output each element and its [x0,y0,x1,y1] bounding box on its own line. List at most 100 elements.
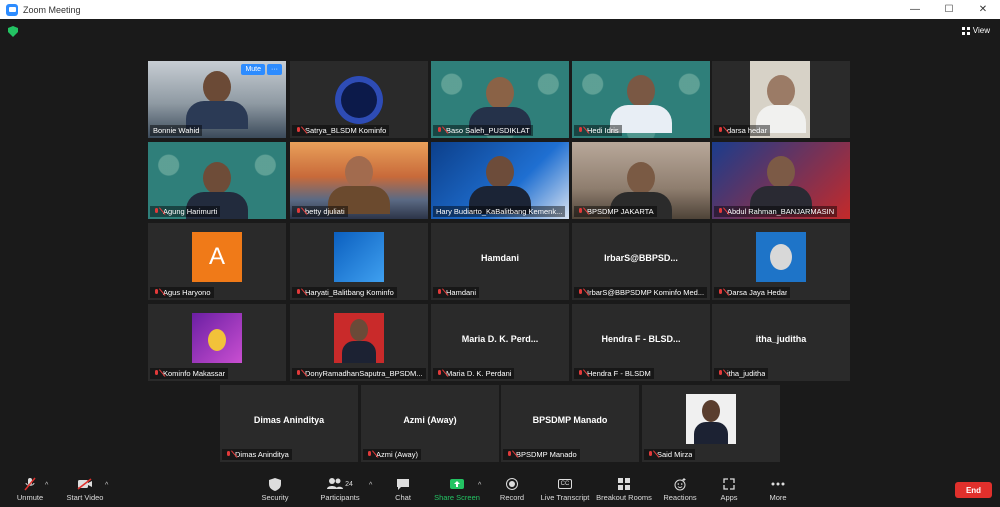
video-tile[interactable]: Haryati_Balitbang Kominfo [290,223,428,300]
video-off-icon [77,477,93,491]
start-video-button[interactable]: Start Video [55,477,115,502]
more-dots-icon [771,477,785,491]
muted-mic-icon [577,207,584,216]
video-tile[interactable]: Said Mirza [642,385,780,462]
participants-count: 24 [345,480,353,488]
participant-label: DonyRamadhanSaputra_BPSDM... [292,368,426,379]
security-button[interactable]: Security [245,477,305,502]
muted-mic-icon [225,450,232,459]
mute-participant-button[interactable]: Mute [241,64,265,75]
view-label: View [972,26,990,35]
avatar [192,313,242,363]
video-tile[interactable]: Hedi Idris [572,61,710,138]
muted-mic-icon [717,369,724,378]
audio-options-chevron-icon[interactable]: ^ [45,482,48,489]
participant-label: darsa hedar [714,125,771,136]
breakout-rooms-button[interactable]: Breakout Rooms [594,477,654,502]
participant-label: Hary Budiarto_KaBalitbang Kemenk... [433,206,566,217]
participants-icon [327,477,344,492]
muted-mic-icon [506,450,513,459]
video-tile[interactable]: Baso Saleh_PUSDIKLAT [431,61,569,138]
avatar: A [192,232,242,282]
muted-mic-icon [295,288,302,297]
avatar [686,394,736,444]
participant-label: Dimas Aninditya [222,449,292,460]
zoom-app-icon [6,3,18,16]
window-titlebar: Zoom Meeting — ☐ ✕ [0,0,1000,19]
share-screen-chevron-icon[interactable]: ^ [478,482,481,489]
muted-mic-icon [577,126,584,135]
participant-display-name: Azmi (Away) [403,415,457,425]
muted-mic-icon [577,369,584,378]
muted-mic-icon [717,207,724,216]
reactions-icon [674,477,687,491]
video-tile[interactable]: Hary Budiarto_KaBalitbang Kemenk... [431,142,569,219]
share-screen-button[interactable]: Share Screen [427,477,487,502]
close-button[interactable]: ✕ [966,0,1000,19]
participant-label: Agus Haryono [150,287,214,298]
video-tile[interactable]: Satrya_BLSDM Kominfo [290,61,428,138]
more-button[interactable]: More [748,477,808,502]
participant-label: Satrya_BLSDM Kominfo [292,125,390,136]
participant-video [186,71,248,129]
share-screen-icon [449,477,465,491]
chat-button[interactable]: Chat [373,477,433,502]
record-button[interactable]: Record [482,477,542,502]
video-tile[interactable]: Hendra F - BLSD... Hendra F - BLSDM [572,304,710,381]
participant-label: Darsa Jaya Hedar [714,287,791,298]
muted-mic-icon [153,288,160,297]
breakout-rooms-icon [618,477,630,491]
participant-label: Abdul Rahman_BANJARMASIN [714,206,838,217]
participant-display-name: Dimas Aninditya [253,415,325,425]
participant-label: Said Mirza [644,449,696,460]
video-tile[interactable]: BPSDMP JAKARTA [572,142,710,219]
video-tile[interactable]: A Agus Haryono [148,223,286,300]
muted-mic-icon [436,369,443,378]
view-button[interactable]: View [961,26,990,35]
grid-icon [961,26,970,35]
video-tile[interactable]: itha_juditha itha_juditha [712,304,850,381]
participant-label: IrbarS@BBPSDMP Kominfo Med... [574,287,708,298]
avatar [334,313,384,363]
video-tile[interactable]: BPSDMP Manado BPSDMP Manado [501,385,639,462]
participant-display-name: Maria D. K. Perd... [461,334,539,344]
participant-label: betty djuliati [292,206,348,217]
muted-mic-icon [717,126,724,135]
muted-mic-icon [295,207,302,216]
participant-label: Maria D. K. Perdani [433,368,515,379]
muted-mic-icon [153,369,160,378]
video-tile[interactable]: Maria D. K. Perd... Maria D. K. Perdani [431,304,569,381]
maximize-button[interactable]: ☐ [932,0,966,19]
minimize-button[interactable]: — [898,0,932,19]
video-options-chevron-icon[interactable]: ^ [105,482,108,489]
muted-mic-icon [717,288,724,297]
video-tile[interactable]: Hamdani Hamdani [431,223,569,300]
kominfo-logo [335,76,383,124]
muted-mic-icon [295,369,302,378]
participant-display-name: itha_juditha [755,334,807,344]
video-tile[interactable]: Darsa Jaya Hedar [712,223,850,300]
participant-label: BPSDMP JAKARTA [574,206,657,217]
video-tile[interactable]: IrbarS@BBPSD... IrbarS@BBPSDMP Kominfo M… [572,223,710,300]
participants-chevron-icon[interactable]: ^ [369,482,372,489]
muted-mic-icon [577,288,584,297]
video-tile[interactable]: Kominfo Makassar [148,304,286,381]
video-tile[interactable]: Abdul Rahman_BANJARMASIN [712,142,850,219]
video-tile[interactable]: DonyRamadhanSaputra_BPSDM... [290,304,428,381]
live-transcript-button[interactable]: CC Live Transcript [535,477,595,502]
video-tile[interactable]: Mute ··· Bonnie Wahid [148,61,286,138]
more-options-button[interactable]: ··· [267,64,282,75]
participant-label: Hedi Idris [574,125,622,136]
video-tile[interactable]: Azmi (Away) Azmi (Away) [361,385,499,462]
unmute-button[interactable]: Unmute [0,477,60,502]
closed-caption-icon: CC [557,477,573,491]
shield-icon[interactable] [8,26,18,37]
video-tile[interactable]: betty djuliati [290,142,428,219]
video-tile[interactable]: Dimas Aninditya Dimas Aninditya [220,385,358,462]
muted-mic-icon [366,450,373,459]
participants-button[interactable]: 24 Participants [310,477,370,502]
video-tile[interactable]: Agung Harimurti [148,142,286,219]
participant-label: Kominfo Makassar [150,368,229,379]
video-tile[interactable]: darsa hedar [712,61,850,138]
end-meeting-button[interactable]: End [955,482,992,498]
